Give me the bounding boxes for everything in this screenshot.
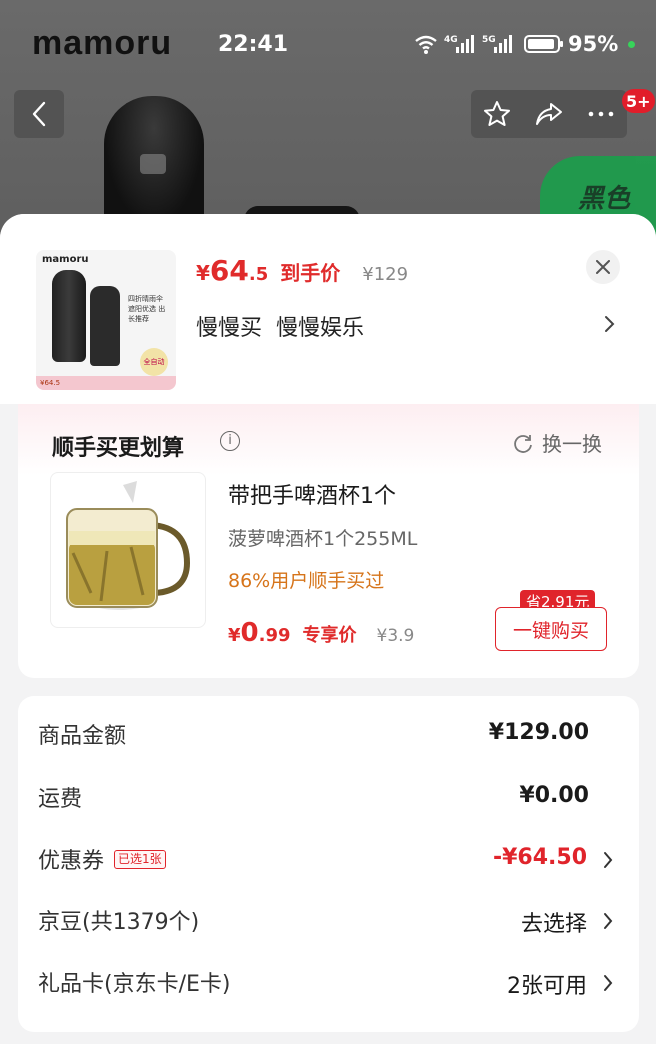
spec-option-1: 慢慢买: [196, 316, 263, 341]
addon-popularity: 86%用户顺手买过: [228, 570, 385, 592]
thumb-umbrella-image: [52, 270, 86, 362]
price-summary: 商品金额 ¥129.00 运费 ¥0.00 优惠券 已选1张 -¥64.50 京…: [18, 696, 639, 1032]
chevron-right-icon[interactable]: [604, 314, 616, 334]
summary-label-text: 商品金额: [38, 724, 127, 749]
product-thumbnail: mamoru 四折晴雨伞 遮阳优选 出长推荐 全自动 ¥64.5: [36, 250, 176, 390]
addon-original-price: ¥3.9: [376, 626, 415, 646]
one-click-buy-button[interactable]: 一键购买: [495, 607, 607, 651]
summary-row-jingdou[interactable]: 京豆(共1379个) 去选择: [18, 894, 639, 950]
summary-label: 礼品卡(京东卡/E卡): [38, 966, 230, 998]
addon-title: 顺手买更划算: [52, 436, 185, 461]
summary-value: ¥0.00: [519, 783, 589, 808]
price-tag: 到手价: [280, 261, 341, 285]
info-icon[interactable]: i: [220, 431, 240, 451]
price-decimal: .5: [248, 264, 269, 285]
original-price: ¥129: [362, 264, 409, 285]
beer-mug-image: [66, 481, 191, 610]
coupon-selected-badge: 已选1张: [114, 849, 166, 869]
summary-label: 运费: [38, 781, 82, 813]
chevron-right-icon: [604, 913, 613, 929]
share-icon[interactable]: [533, 99, 565, 129]
close-icon: [596, 260, 610, 274]
spec-selector[interactable]: 慢慢买 慢慢娱乐: [196, 310, 364, 342]
summary-row-coupon[interactable]: 优惠券 已选1张 -¥64.50: [18, 833, 639, 889]
net-5g-label: 5G: [482, 35, 496, 45]
star-icon[interactable]: [482, 99, 512, 129]
spec-option-2: 慢慢娱乐: [276, 316, 365, 341]
summary-label: 优惠券 已选1张: [38, 843, 166, 875]
addon-price-tag: 专享价: [302, 625, 357, 646]
promo-banner-label: 黑色: [578, 184, 631, 214]
thumb-case-image: [90, 286, 120, 366]
chevron-right-icon: [604, 975, 613, 991]
thumb-caption: 四折晴雨伞 遮阳优选 出长推荐: [128, 295, 166, 323]
summary-value: 去选择: [520, 912, 587, 937]
nav-action-group: [471, 90, 627, 138]
price-currency: ¥: [196, 261, 210, 285]
more-icon[interactable]: [586, 99, 616, 129]
product-price: ¥ 64 .5 到手价 ¥129: [196, 254, 408, 287]
addon-product-image[interactable]: [50, 472, 206, 628]
thumb-price-strip: ¥64.5: [36, 376, 176, 390]
brand-logo: mamoru: [32, 24, 173, 62]
signal-4g-icon: 4G: [444, 35, 474, 53]
addon-price-currency: ¥: [228, 625, 241, 646]
swap-label: 换一换: [542, 432, 602, 456]
summary-label-text: 运费: [38, 787, 83, 812]
battery-icon: [524, 35, 563, 53]
addon-price: ¥ 0 .99 专享价 ¥3.9: [228, 618, 414, 648]
close-button[interactable]: [586, 250, 620, 284]
addon-product-name: 带把手啤酒杯1个: [228, 484, 396, 509]
status-bar: mamoru 22:41 4G 5G 95%: [0, 20, 656, 70]
summary-value: ¥129.00: [488, 720, 589, 745]
message-badge: 5+: [622, 89, 655, 113]
summary-label: 商品金额: [38, 718, 126, 750]
net-4g-label: 4G: [444, 35, 458, 45]
summary-row-giftcard[interactable]: 礼品卡(京东卡/E卡) 2张可用: [18, 956, 639, 1012]
summary-value: -¥64.50: [492, 845, 587, 870]
addon-price-decimal: .99: [258, 625, 291, 646]
summary-label-text: 京豆(共1379个): [38, 910, 200, 935]
summary-value: 2张可用: [507, 974, 587, 999]
chevron-right-icon: [604, 852, 613, 868]
privacy-indicator-icon: [628, 40, 636, 48]
sheet-header: mamoru 四折晴雨伞 遮阳优选 出长推荐 全自动 ¥64.5 ¥ 64 .5…: [0, 214, 656, 404]
price-integer: 64: [209, 254, 249, 287]
product-image-umbrella: [104, 96, 204, 226]
summary-label-text: 优惠券: [38, 849, 105, 874]
swap-button[interactable]: 换一换: [512, 428, 602, 457]
summary-row-shipping: 运费 ¥0.00: [18, 771, 639, 827]
thumb-auto-badge: 全自动: [140, 348, 168, 376]
thumb-brand: mamoru: [42, 254, 89, 265]
addon-product-spec: 菠萝啤酒杯1个255ML: [228, 528, 418, 550]
status-time: 22:41: [218, 32, 289, 57]
addon-price-integer: 0: [240, 618, 259, 648]
summary-row-goods: 商品金额 ¥129.00: [18, 708, 639, 764]
refresh-icon: [514, 434, 532, 453]
chevron-left-icon: [32, 101, 46, 127]
status-icons: 4G 5G 95%: [414, 32, 636, 56]
wifi-icon: [415, 35, 437, 54]
summary-label-text: 礼品卡(京东卡/E卡): [38, 972, 231, 997]
battery-percent: 95%: [568, 32, 619, 56]
signal-5g-icon: 5G: [482, 35, 512, 53]
checkout-sheet: mamoru 四折晴雨伞 遮阳优选 出长推荐 全自动 ¥64.5 ¥ 64 .5…: [0, 214, 656, 1044]
summary-label: 京豆(共1379个): [38, 904, 199, 936]
back-button[interactable]: [14, 90, 64, 138]
